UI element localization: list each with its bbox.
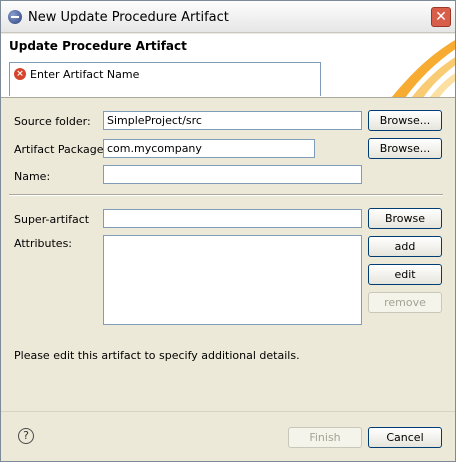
title-bar: New Update Procedure Artifact ✕ xyxy=(1,1,455,33)
wizard-banner: Update Procedure Artifact × Enter Artifa… xyxy=(1,34,455,98)
source-folder-browse-button[interactable]: Browse... xyxy=(368,110,442,131)
error-icon: × xyxy=(14,68,26,80)
help-icon[interactable]: ? xyxy=(18,428,34,444)
add-attribute-button[interactable]: add xyxy=(368,236,442,257)
error-message: Enter Artifact Name xyxy=(30,68,140,81)
message-area: × Enter Artifact Name xyxy=(9,62,321,96)
close-icon: ✕ xyxy=(435,9,447,25)
remove-attribute-button[interactable]: remove xyxy=(368,292,442,313)
footer-separator xyxy=(1,411,455,412)
dialog-window: New Update Procedure Artifact ✕ Update P… xyxy=(0,0,456,462)
super-artifact-label: Super-artifact xyxy=(14,213,90,226)
super-artifact-field[interactable] xyxy=(103,209,362,228)
separator xyxy=(9,194,443,196)
source-folder-field[interactable]: SimpleProject/src xyxy=(103,111,362,130)
name-label: Name: xyxy=(14,170,51,183)
super-artifact-browse-button[interactable]: Browse xyxy=(368,208,442,229)
banner-title: Update Procedure Artifact xyxy=(9,39,187,53)
artifact-package-browse-button[interactable]: Browse... xyxy=(368,138,442,159)
attributes-list[interactable] xyxy=(103,235,362,325)
cancel-button[interactable]: Cancel xyxy=(368,427,442,448)
name-field[interactable] xyxy=(103,165,362,184)
eclipse-icon xyxy=(8,10,22,24)
attributes-label: Attributes: xyxy=(14,237,73,250)
window-title: New Update Procedure Artifact xyxy=(28,10,229,25)
banner-graphic xyxy=(391,40,455,97)
artifact-package-label: Artifact Package: xyxy=(14,143,108,156)
finish-button[interactable]: Finish xyxy=(288,427,362,448)
close-button[interactable]: ✕ xyxy=(431,7,451,27)
edit-attribute-button[interactable]: edit xyxy=(368,264,442,285)
source-folder-label: Source folder: xyxy=(14,115,91,128)
info-text: Please edit this artifact to specify add… xyxy=(14,349,300,362)
artifact-package-field[interactable]: com.mycompany xyxy=(103,139,315,158)
